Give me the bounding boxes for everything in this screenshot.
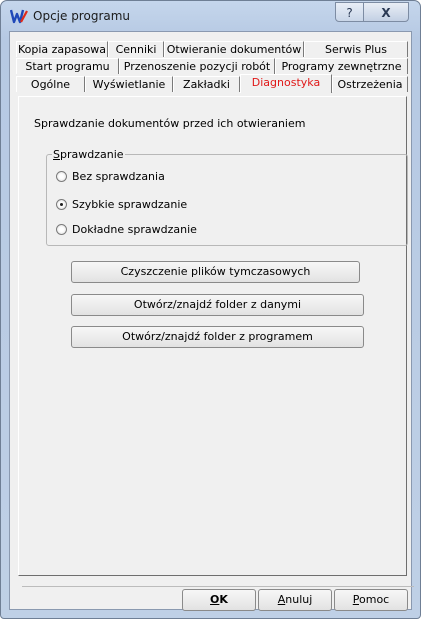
tab-serwis-plus[interactable]: Serwis Plus — [304, 41, 408, 57]
close-button[interactable]: X — [363, 2, 409, 22]
cancel-rest: nuluj — [285, 593, 313, 606]
ok-accelerator: O — [210, 593, 220, 606]
radio-circle[interactable] — [56, 170, 67, 182]
tab-zakladki[interactable]: Zakładki — [173, 76, 240, 92]
open-program-folder-button[interactable]: Otwórz/znajdź folder z programem — [71, 326, 364, 348]
tab-start-programu[interactable]: Start programu — [16, 58, 119, 74]
radio-bez-sprawdzania[interactable]: Bez sprawdzania — [56, 169, 165, 183]
tab-otwieranie-dokumentow[interactable]: Otwieranie dokumentów — [164, 41, 304, 57]
help-title-button[interactable]: ? — [335, 2, 364, 22]
window-title: Opcje programu — [33, 9, 131, 23]
info-text: Sprawdzanie dokumentów przed ich otwiera… — [34, 117, 306, 130]
tab-row-1: Kopia zapasowa Cenniki Otwieranie dokume… — [16, 41, 408, 58]
dialog-window: Opcje programu ? X Kopia zapasowa Cennik… — [0, 0, 421, 619]
tab-ostrzezenia[interactable]: Ostrzeżenia — [332, 76, 408, 92]
help-button[interactable]: Pomoc — [334, 589, 408, 611]
sprawdzanie-group-label: Sprawdzanie — [52, 148, 125, 161]
radio-dokladne-sprawdzanie[interactable]: Dokładne sprawdzanie — [56, 222, 197, 236]
ok-button[interactable]: OK — [182, 589, 256, 611]
cancel-button[interactable]: Anuluj — [258, 589, 332, 611]
tab-ogolne[interactable]: Ogólne — [16, 76, 85, 92]
dialog-client-area: Kopia zapasowa Cenniki Otwieranie dokume… — [9, 31, 414, 611]
tab-programy-zewnetrzne[interactable]: Programy zewnętrzne — [275, 58, 408, 74]
ok-rest: K — [219, 593, 228, 606]
title-bar[interactable]: Opcje programu ? X — [1, 1, 420, 31]
tab-row-3: Ogólne Wyświetlanie Zakładki Diagnostyka… — [16, 74, 408, 93]
tab-diagnostyka[interactable]: Diagnostyka — [240, 74, 332, 93]
tab-cenniki[interactable]: Cenniki — [108, 41, 164, 57]
tab-row-2: Start programu Przenoszenie pozycji robó… — [16, 58, 408, 75]
radio-label: Szybkie sprawdzanie — [72, 197, 188, 211]
open-data-folder-button[interactable]: Otwórz/znajdź folder z danymi — [71, 294, 364, 316]
group-label-accelerator: S — [53, 148, 60, 161]
tab-kopia-zapasowa[interactable]: Kopia zapasowa — [16, 41, 108, 57]
app-logo-icon — [10, 9, 28, 24]
radio-label: Dokładne sprawdzanie — [72, 222, 197, 236]
radio-circle[interactable] — [56, 223, 67, 235]
tab-przenoszenie-pozycji[interactable]: Przenoszenie pozycji robót — [119, 58, 275, 74]
radio-circle-checked[interactable] — [56, 198, 67, 210]
help-rest: omoc — [359, 593, 390, 606]
clear-temp-files-button[interactable]: Czyszczenie plików tymczasowych — [71, 261, 360, 283]
tab-wyswietlanie[interactable]: Wyświetlanie — [85, 76, 173, 92]
group-label-rest: prawdzanie — [59, 148, 124, 161]
radio-label: Bez sprawdzania — [72, 169, 165, 183]
radio-szybkie-sprawdzanie[interactable]: Szybkie sprawdzanie — [56, 197, 187, 211]
